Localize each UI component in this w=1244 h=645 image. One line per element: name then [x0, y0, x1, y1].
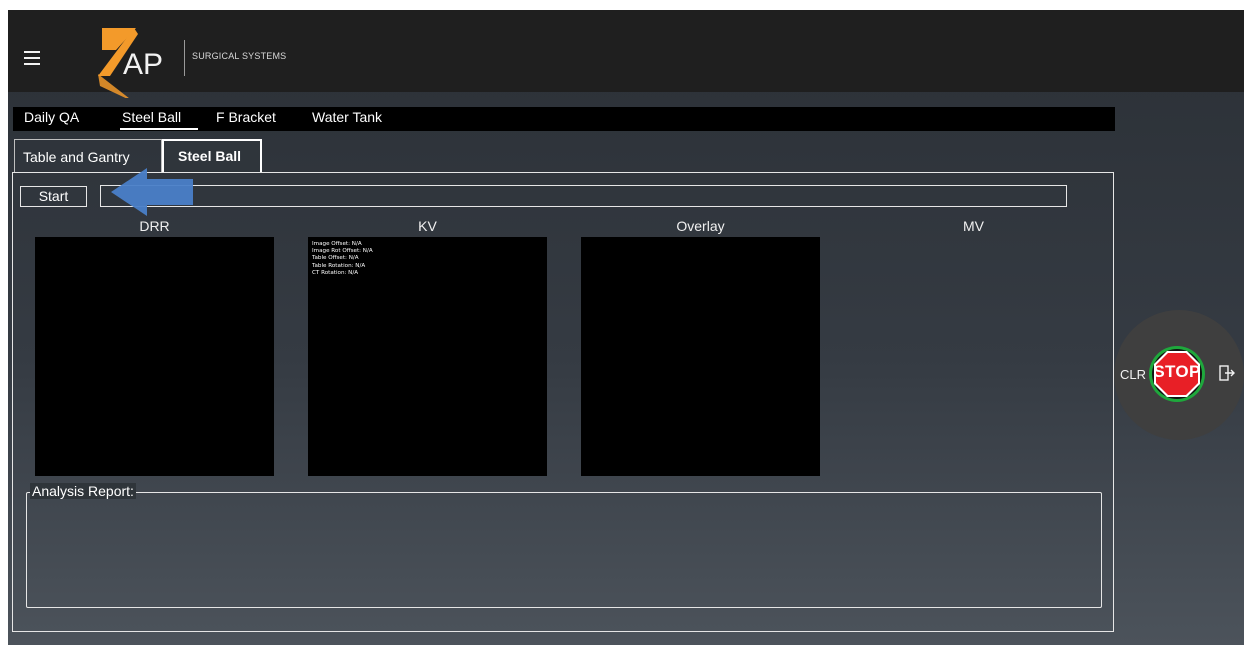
kv-label: KV [418, 218, 437, 234]
stop-label: STOP [1153, 362, 1201, 381]
analysis-report-label: Analysis Report: [30, 483, 136, 499]
kv-table-offset: Table Offset: N/A [312, 255, 359, 262]
kv-ct-rotation: CT Rotation: N/A [312, 269, 359, 276]
stop-button[interactable]: STOP [1148, 345, 1206, 403]
exit-icon[interactable] [1219, 365, 1235, 381]
overlay-image [581, 237, 820, 476]
logo-divider [184, 40, 185, 76]
nav-selected-underline [120, 128, 198, 130]
tab-steel-ball[interactable]: Steel Ball [162, 139, 262, 172]
overlay-label: Overlay [676, 218, 725, 234]
app-window: AP SURGICAL SYSTEMS Daily QA Steel Ball … [8, 10, 1244, 645]
logo-subtitle: SURGICAL SYSTEMS [192, 51, 287, 61]
drr-label: DRR [139, 218, 170, 234]
header-bar: AP SURGICAL SYSTEMS [8, 10, 1244, 98]
clr-button[interactable]: CLR [1120, 367, 1146, 382]
mv-label: MV [963, 218, 984, 234]
tab-table-and-gantry[interactable]: Table and Gantry [14, 139, 162, 172]
qa-navigation: Daily QA Steel Ball F Bracket Water Tank [13, 107, 1115, 131]
kv-table-rotation: Table Rotation: N/A [312, 262, 366, 269]
start-button[interactable]: Start [20, 186, 87, 207]
status-field[interactable] [100, 185, 1067, 207]
analysis-report-box [26, 492, 1102, 608]
hamburger-icon[interactable] [24, 51, 40, 65]
zap-logo: AP [98, 28, 163, 98]
drr-image [35, 237, 274, 476]
logo-text: AP [123, 48, 163, 81]
kv-image-rot-offset: Image Rot Offset: N/A [312, 248, 373, 255]
kv-image: Image Offset: N/A Image Rot Offset: N/A … [308, 237, 547, 476]
nav-item-f-bracket[interactable]: F Bracket [216, 109, 276, 125]
nav-item-daily-qa[interactable]: Daily QA [24, 109, 79, 125]
kv-info-overlay: Image Offset: N/A Image Rot Offset: N/A … [312, 241, 373, 277]
kv-image-offset: Image Offset: N/A [312, 241, 362, 247]
nav-item-steel-ball[interactable]: Steel Ball [122, 109, 181, 125]
nav-item-water-tank[interactable]: Water Tank [312, 109, 382, 125]
